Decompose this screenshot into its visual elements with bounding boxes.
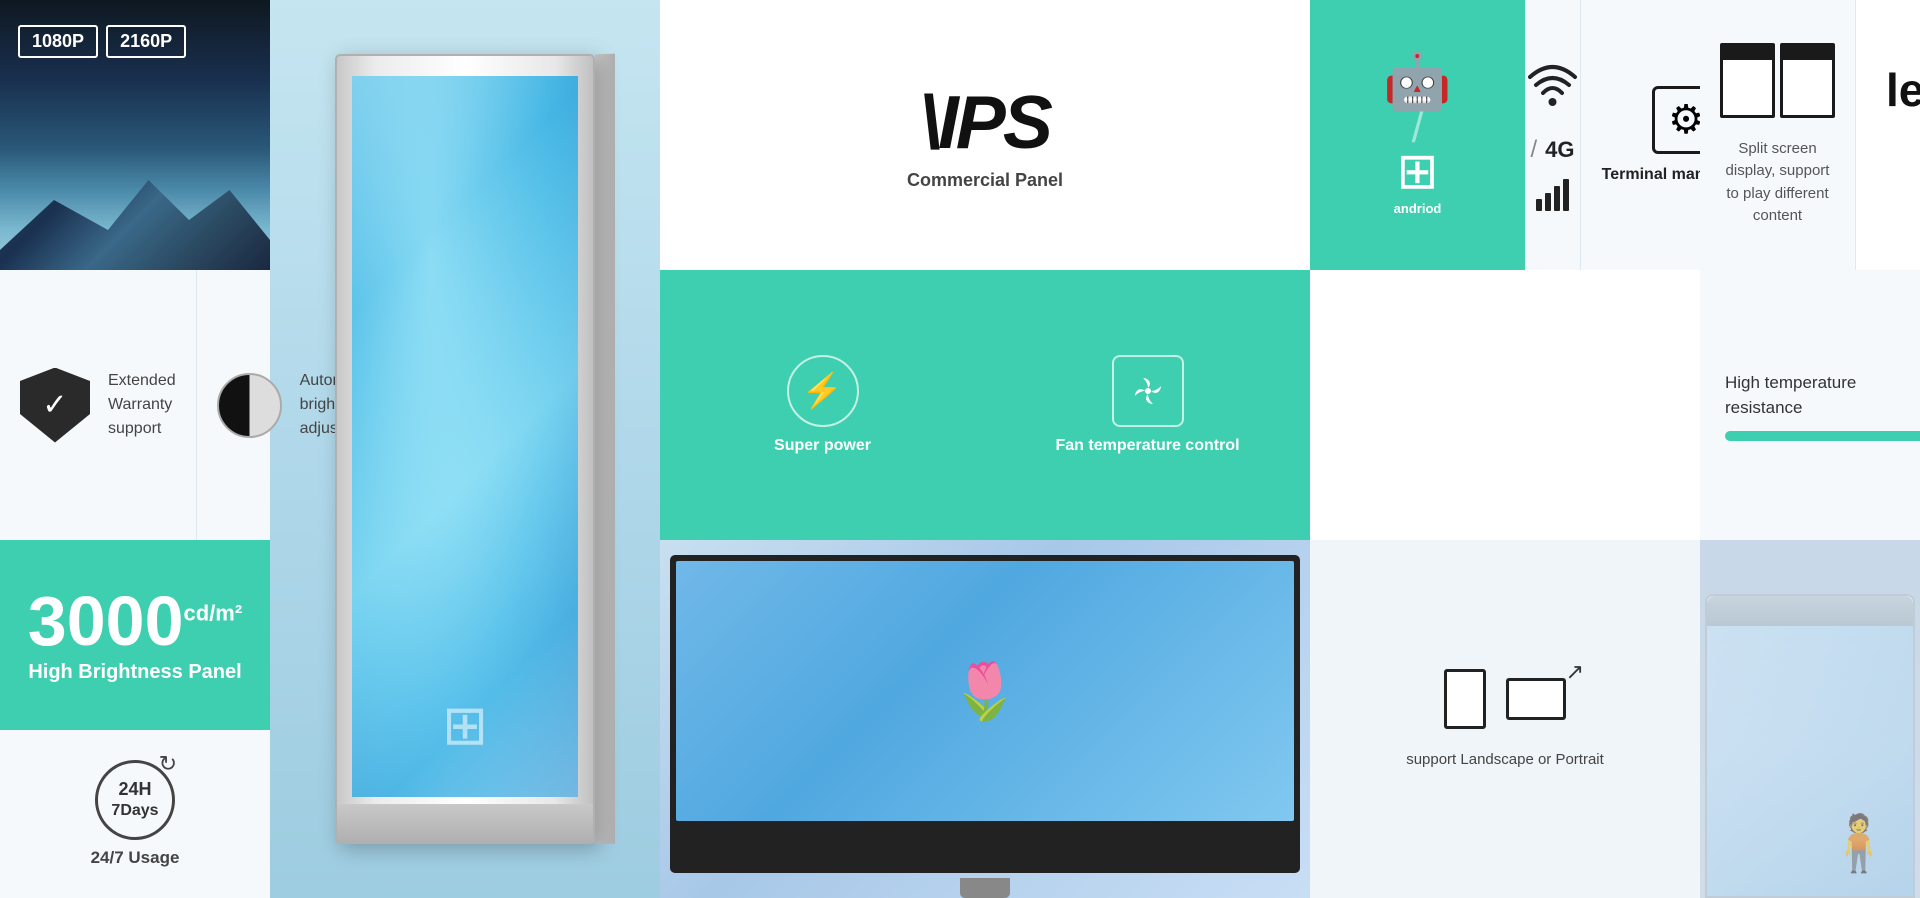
brightness-usage-panel: 3000cd/m² High Brightness Panel ↻ 24H 7D… [0,540,270,898]
monitor-screen: 🌷 [676,561,1294,821]
clock-text: 24H 7Days [111,778,158,822]
super-fan-panel: ⚡ Super power Fan temperature control [660,270,1310,540]
bottom-features-panel: ✓ Extended Warranty support Automatic br… [0,270,270,540]
ips-logo: \IPS [920,79,1050,165]
wifi-icon [1525,59,1580,121]
wifi-cell: / 4G [1525,0,1581,270]
arrow-icon: ↗ [1566,659,1584,685]
orientation-label: support Landscape or Portrait [1406,749,1604,770]
center-right-panel [1310,270,1700,540]
landscape-icon [1506,678,1566,720]
signal-bars [1536,179,1569,211]
warranty-cell: ✓ Extended Warranty support [0,270,197,540]
cabinet-screen: ⊞ [352,76,578,797]
fan-icon [1112,355,1184,427]
nits-value: 3000cd/m² [28,586,242,656]
high-temp-label: High temperature resistance [1725,370,1920,421]
split-screen-cell: Split screen display, support to play di… [1700,0,1856,270]
table-surface [1707,596,1913,626]
main-title-cell: leatech Transparent display cabinet 27" … [1856,0,1920,270]
4g-label: 4G [1545,137,1574,163]
brand-name: leatech [1886,63,1920,117]
monitor-stand [960,878,1010,898]
signal-row: / 4G [1530,136,1574,164]
fan-temp-label: Fan temperature control [1055,437,1239,455]
resolution-panel: 1080P 2160P [0,0,270,270]
resolution-badges: 1080P 2160P [18,25,186,58]
android-label: andriod [1394,201,1442,216]
table-body: 🧍 [1705,594,1915,898]
high-temp-content: High temperature resistance [1725,370,1920,441]
windows-icon-screen: ⊞ [442,693,488,757]
table-scene: 🧍 [1700,540,1920,898]
commercial-label: Commercial Panel [907,170,1063,191]
check-icon: ✓ [42,388,67,423]
high-temp-panel: High temperature resistance 🌡 [1700,270,1920,540]
warranty-text: Extended Warranty support [108,369,176,441]
split-and-title-panel: Split screen display, support to play di… [1700,0,1920,270]
android-windows-cell: 🤖 / ⊞ andriod [1310,0,1525,270]
1080p-badge: 1080P [18,25,98,58]
connectivity-panel: 🤖 / ⊞ andriod / 4G [1310,0,1700,270]
windows-icon: ⊞ [1397,146,1439,196]
cabinet-display: ⊞ [305,34,625,864]
orientation-icons: ↗ [1444,669,1566,729]
temp-bar [1725,431,1920,441]
monitor-bezel: 🌷 [670,555,1300,873]
monitor-3d-scene: 🌷 [660,540,1310,898]
ips-panel: \IPS Commercial Panel [660,0,1310,270]
arrow-icon: ↻ [159,751,177,777]
brightness-panel: 3000cd/m² High Brightness Panel [0,540,270,730]
title-row-1: leatech Transparent [1886,63,1920,117]
fan-svg-icon [1129,372,1167,410]
usage-panel: ↻ 24H 7Days 24/7 Usage [0,730,270,898]
left-panel-icon [1720,43,1775,118]
clock-icon: ↻ 24H 7Days [95,760,175,840]
cabinet-foot [337,804,593,842]
2160p-badge: 2160P [106,25,186,58]
super-power-cell: ⚡ Super power [660,270,985,540]
person-icon: 🧍 [1825,811,1893,876]
table-display-panel: 🧍 [1700,540,1920,898]
cabinet-body: ⊞ [335,54,595,844]
product-image-panel: ⊞ [270,0,660,898]
split-screen-icon [1720,43,1835,118]
android-icon: 🤖 [1383,54,1451,109]
split-screen-description: Split screen display, support to play di… [1720,138,1835,228]
high-brightness-label: High Brightness Panel [28,661,241,684]
usage-label: 24/7 Usage [91,848,180,868]
portrait-icon [1444,669,1486,729]
screen-glow [352,76,578,797]
slash-separator: / [1412,109,1424,147]
right-panel-icon [1780,43,1835,118]
orientation-panel: ↗ support Landscape or Portrait [1310,540,1700,898]
page-layout: 1080P 2160P \IPS Commercial Panel 3000cd… [0,0,1920,898]
half-moon-icon [217,373,282,438]
shield-icon: ✓ [20,368,90,443]
cabinet-side [595,54,615,845]
super-power-label: Super power [774,437,871,455]
monitor-display-panel: 🌷 [660,540,1310,898]
super-power-icon: ⚡ [787,355,859,427]
fan-temp-cell: Fan temperature control [985,270,1310,540]
flower-icon: 🌷 [951,659,1019,724]
